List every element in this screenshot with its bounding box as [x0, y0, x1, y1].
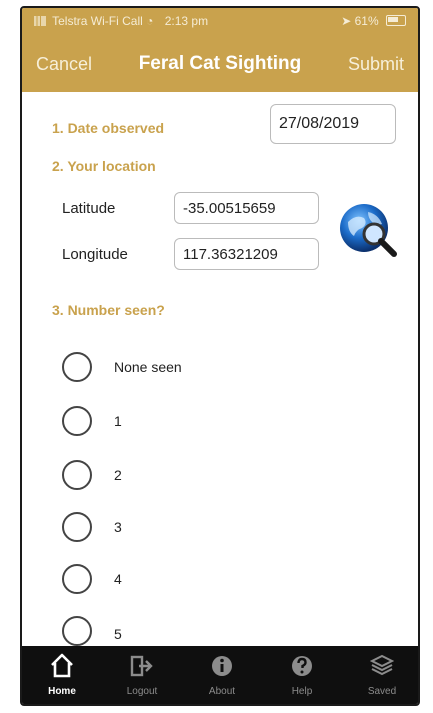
- globe-search-icon: [340, 204, 397, 257]
- option-label: 2: [114, 467, 122, 483]
- status-right: ➤ 61%: [341, 14, 406, 28]
- option-label: 5: [114, 626, 122, 642]
- help-icon: [292, 656, 312, 676]
- option-label: 1: [114, 413, 122, 429]
- longitude-field[interactable]: [174, 238, 319, 270]
- tab-label: Saved: [367, 686, 397, 697]
- radio-button[interactable]: [62, 564, 92, 594]
- option-4[interactable]: 4: [62, 564, 262, 600]
- tab-logout[interactable]: Logout: [102, 646, 182, 704]
- status-bar: Telstra Wi-Fi Call ◔ 2:13 pm ➤ 61%: [22, 8, 418, 36]
- tab-help[interactable]: Help: [262, 646, 342, 704]
- latitude-label: Latitude: [62, 200, 116, 217]
- option-label: 4: [114, 571, 122, 587]
- radio-button[interactable]: [62, 616, 92, 646]
- tab-label: Logout: [126, 686, 158, 697]
- saved-layers-icon: [370, 654, 394, 676]
- location-section-label: 2. Your location: [52, 158, 156, 174]
- home-icon: [51, 653, 73, 678]
- nav-bar: Cancel Feral Cat Sighting Submit: [22, 36, 418, 92]
- option-label: None seen: [114, 359, 182, 375]
- logout-icon: [130, 655, 153, 677]
- locate-globe-button[interactable]: [334, 196, 402, 264]
- location-arrow-icon: ➤: [341, 14, 352, 28]
- radio-button[interactable]: [62, 460, 92, 490]
- date-field[interactable]: [270, 104, 396, 144]
- wifi-icon: ◔: [146, 14, 154, 28]
- tab-label: Home: [48, 686, 76, 697]
- status-time: 2:13 pm: [164, 14, 209, 28]
- radio-button[interactable]: [62, 512, 92, 542]
- date-section-label: 1. Date observed: [52, 120, 165, 136]
- option-3[interactable]: 3: [62, 512, 262, 548]
- latitude-field[interactable]: [174, 192, 319, 224]
- phone-frame: Telstra Wi-Fi Call ◔ 2:13 pm ➤ 61% Cance…: [20, 6, 420, 706]
- tab-bar: Home Logout About Help Saved: [22, 646, 418, 704]
- number-section-label: 3. Number seen?: [52, 302, 165, 318]
- battery-icon: [386, 15, 406, 26]
- tab-home[interactable]: Home: [22, 646, 102, 704]
- battery-percent: 61%: [354, 14, 379, 28]
- submit-button[interactable]: Submit: [348, 54, 404, 75]
- option-label: 3: [114, 519, 122, 535]
- option-none-seen[interactable]: None seen: [62, 352, 262, 388]
- radio-button[interactable]: [62, 406, 92, 436]
- tab-label: About: [208, 686, 236, 697]
- option-1[interactable]: 1: [62, 406, 262, 442]
- tab-label: Help: [291, 686, 313, 697]
- option-2[interactable]: 2: [62, 460, 262, 496]
- status-left: Telstra Wi-Fi Call ◔ 2:13 pm: [34, 14, 208, 28]
- tab-saved[interactable]: Saved: [342, 646, 418, 704]
- tab-about[interactable]: About: [182, 646, 262, 704]
- info-icon: [212, 656, 232, 676]
- signal-icon: [34, 16, 46, 26]
- carrier-name: Telstra Wi-Fi Call: [52, 14, 143, 28]
- longitude-label: Longitude: [62, 246, 128, 263]
- radio-button[interactable]: [62, 352, 92, 382]
